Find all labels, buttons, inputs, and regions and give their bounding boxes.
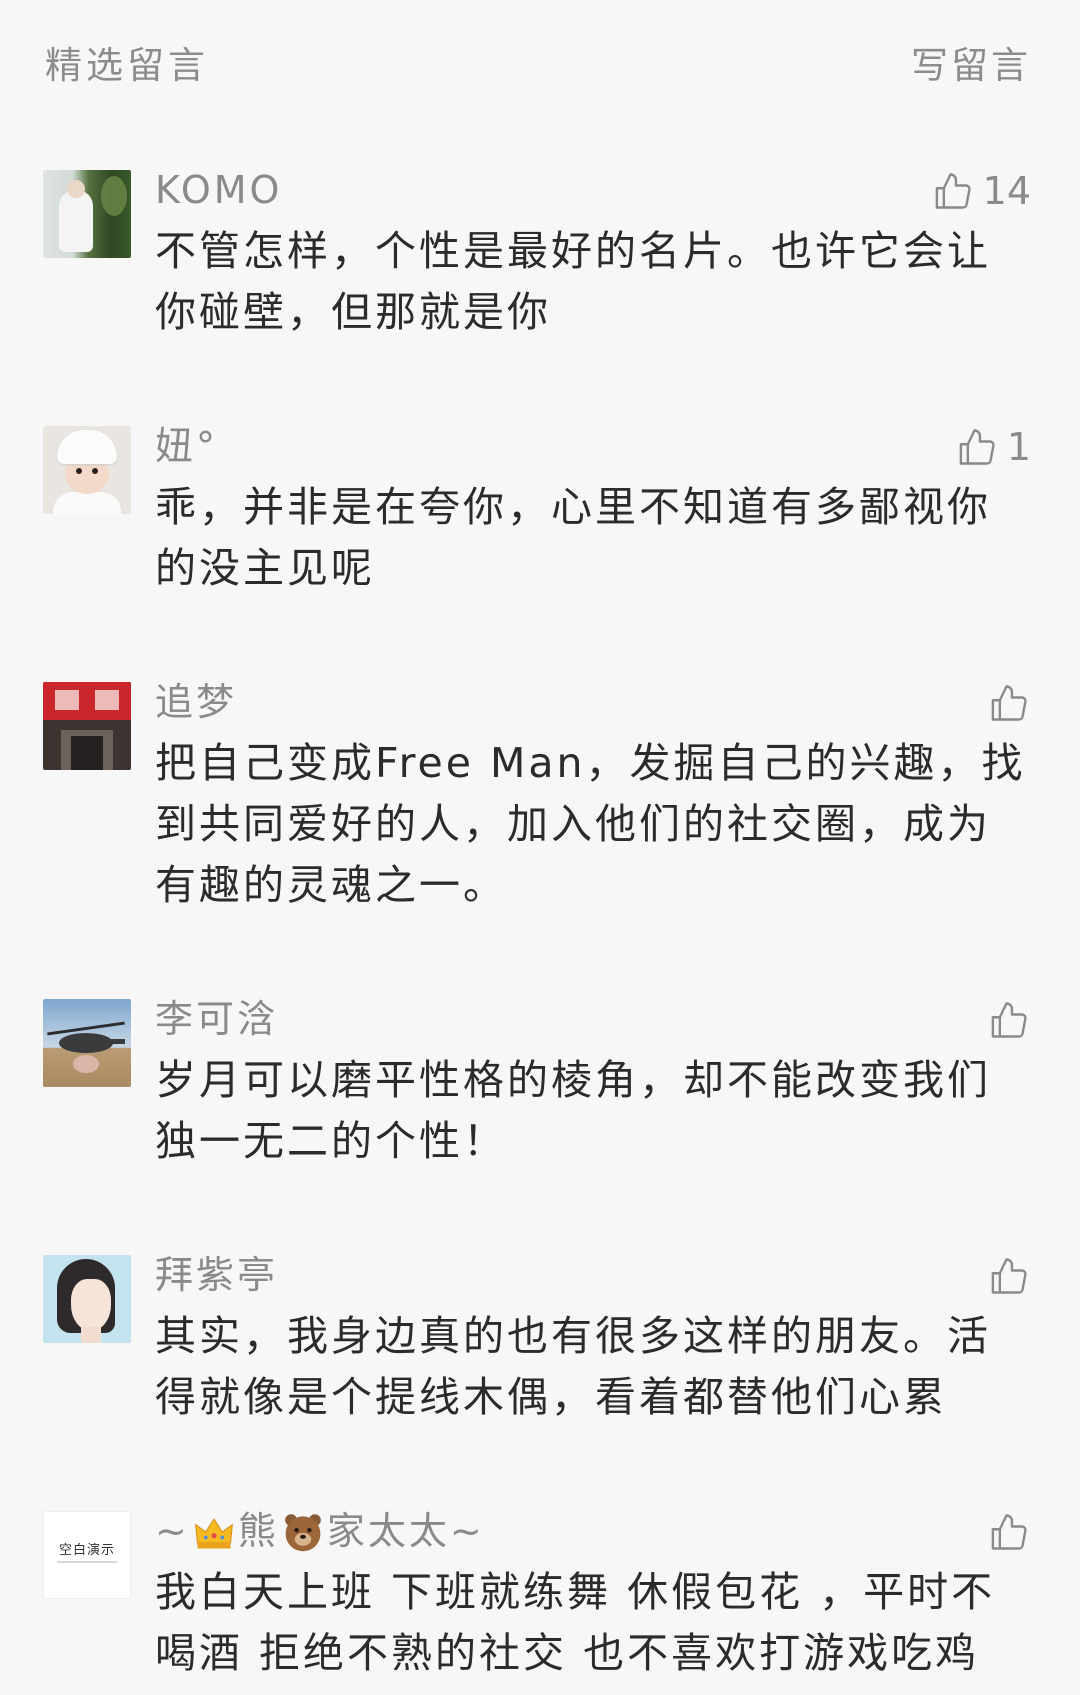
name-segment: 家太太~ [326,1509,485,1553]
comment-text-line: 你碰壁，但那就是你 [155,288,551,336]
like-button[interactable]: 1 [955,416,1031,477]
thumbs-up-icon [987,1254,1031,1298]
comment-text-line: 有趣的灵魂之一。 [155,861,507,909]
thumbs-up-icon [987,998,1031,1042]
comment-text-line: 乖，并非是在夸你，心里不知道有多鄙视你 [155,483,991,531]
comment-text-line: 得就像是个提线木偶，看着都替他们心累 [155,1373,947,1421]
thumbs-up-icon [987,1510,1031,1554]
thumbs-up-icon [987,681,1031,725]
avatar: 空白演示 [43,1511,131,1599]
like-button[interactable] [987,989,1031,1050]
comment-text-line: 其实，我身边真的也有很多这样的朋友。活 [155,1312,991,1360]
avatar [43,999,131,1087]
commenter-name: 追梦 [155,680,238,724]
like-button[interactable] [987,1245,1031,1306]
like-count: 1 [1006,424,1031,469]
comment-text-line: 独一无二的个性！ [155,1117,507,1165]
comment-text-line: 到共同爱好的人，加入他们的社交圈，成为 [155,800,991,848]
thumbs-up-icon [955,425,999,469]
avatar [43,682,131,770]
thumbs-up-icon [931,169,975,213]
comment-list: KOMO 14 不管怎样，个性是最好的名片。也许它会让 你碰壁，但那就是你 妞°… [0,160,1080,1684]
like-button[interactable] [987,672,1031,733]
like-count: 14 [982,168,1031,213]
comment-text-line: 我白天上班 下班就练舞 休假包花 ，平时不 [155,1568,996,1616]
avatar [43,170,131,258]
bear-icon [281,1510,325,1554]
avatar-text: 空白演示 [58,1543,115,1558]
crown-icon [192,1510,236,1554]
comment-item: 空白演示 ~ 熊 家太太~ 我白天上班 下班就练舞 休假包花 ，平时不 喝酒 拒… [0,1501,1080,1684]
name-segment: ~ [155,1509,190,1553]
comment-text-line: 喝酒 拒绝不熟的社交 也不喜欢打游戏吃鸡 [155,1629,980,1677]
comment-item: 李可浛 岁月可以磨平性格的棱角，却不能改变我们 独一无二的个性！ [0,989,1080,1172]
comment-item: 妞° 1 乖，并非是在夸你，心里不知道有多鄙视你 的没主见呢 [0,416,1080,599]
like-button[interactable]: 14 [931,160,1031,221]
write-comment-button[interactable]: 写留言 [911,35,1031,89]
commenter-name: 拜紫亭 [155,1253,279,1297]
comment-item: 拜紫亭 其实，我身边真的也有很多这样的朋友。活 得就像是个提线木偶，看着都替他们… [0,1245,1080,1428]
comment-text-line: 的没主见呢 [155,544,375,592]
avatar [43,426,131,514]
comment-text-line: 岁月可以磨平性格的棱角，却不能改变我们 [155,1056,991,1104]
comment-text-line: 把自己变成Free Man，发掘自己的兴趣，找 [155,739,1026,787]
avatar [43,1255,131,1343]
name-segment: 熊 [237,1509,279,1553]
comment-item: 追梦 把自己变成Free Man，发掘自己的兴趣，找 到共同爱好的人，加入他们的… [0,672,1080,916]
comment-item: KOMO 14 不管怎样，个性是最好的名片。也许它会让 你碰壁，但那就是你 [0,160,1080,343]
commenter-name: 妞° [155,424,219,468]
commenter-name: ~ 熊 家太太~ [155,1501,1080,1562]
comments-header: 精选留言 写留言 [45,35,1031,89]
comment-text-line: 不管怎样，个性是最好的名片。也许它会让 [155,227,991,275]
like-button[interactable] [987,1501,1031,1562]
commenter-name: 李可浛 [155,997,279,1041]
featured-comments-title: 精选留言 [45,44,209,87]
